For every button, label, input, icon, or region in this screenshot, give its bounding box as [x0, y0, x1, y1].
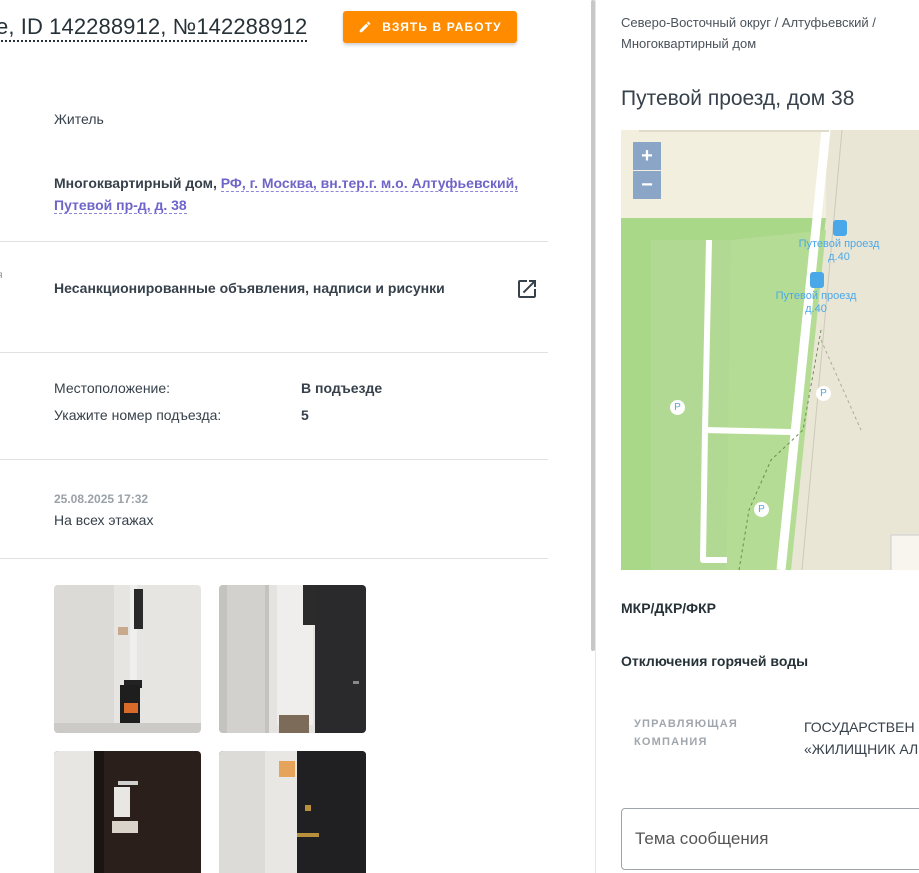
- entrance-label: Укажите номер подъезда:: [54, 407, 222, 423]
- divider: [0, 241, 548, 242]
- object-type: Многоквартирный дом,: [54, 175, 217, 191]
- object-info-panel: Северо-Восточный округ / Алтуфьевский / …: [596, 0, 919, 873]
- photo-image: [219, 585, 366, 733]
- applicant-type: Житель: [54, 111, 104, 127]
- bus-stop-label: Путевой проезд д.40: [766, 290, 866, 316]
- bus-stop-number: д.40: [805, 303, 827, 315]
- bus-stop-name: Путевой проезд: [798, 238, 880, 250]
- bus-stop-icon[interactable]: [833, 220, 847, 236]
- zoom-in-button[interactable]: +: [633, 142, 661, 170]
- take-to-work-label: ВЗЯТЬ В РАБОТУ: [382, 20, 502, 34]
- ticket-title[interactable]: e, ID 142288912, №142288912: [0, 14, 308, 42]
- management-company-line1: ГОСУДАРСТВЕН: [804, 719, 915, 735]
- divider: [0, 352, 548, 353]
- mkr-label: МКР/ДКР/ФКР: [621, 600, 717, 616]
- bus-stop-icon[interactable]: [810, 272, 824, 288]
- object-info: Многоквартирный дом, РФ, г. Москва, вн.т…: [54, 172, 544, 216]
- hot-water-label: Отключения горячей воды: [621, 653, 809, 669]
- pencil-icon: [360, 21, 371, 33]
- location-value: В подъезде: [301, 380, 383, 396]
- parking-icon[interactable]: P: [816, 386, 831, 401]
- bus-stop-label: Путевой проезд д.40: [789, 238, 889, 264]
- entrance-value: 5: [301, 407, 309, 423]
- message-subject-input[interactable]: Тема сообщения: [621, 808, 919, 870]
- location-label: Местоположение:: [54, 380, 171, 396]
- divider: [0, 558, 548, 559]
- management-company-label: УПРАВЛЯЮЩАЯ КОМПАНИЯ: [634, 718, 738, 748]
- divider: [0, 459, 548, 460]
- category-text: Несанкционированные объявления, надписи …: [54, 280, 445, 296]
- parking-icon[interactable]: P: [754, 502, 769, 517]
- address-title: Путевой проезд, дом 38: [621, 87, 855, 110]
- attachment-photo[interactable]: [219, 751, 366, 873]
- attachment-photo[interactable]: [54, 585, 201, 733]
- management-company-value: ГОСУДАРСТВЕН «ЖИЛИЩНИК АЛ: [804, 716, 918, 760]
- map[interactable]: + − Путевой проезд д.40 Путевой проезд д…: [621, 130, 919, 570]
- comment-date: 25.08.2025 17:32: [54, 492, 149, 506]
- bus-stop-number: д.40: [828, 251, 850, 263]
- ticket-details-panel: e, ID 142288912, №142288912 ВЗЯТЬ В РАБО…: [0, 0, 592, 873]
- photo-image: [54, 751, 201, 873]
- zoom-out-button[interactable]: −: [633, 171, 661, 199]
- bus-stop-name: Путевой проезд: [775, 290, 857, 302]
- parking-icon[interactable]: P: [670, 400, 685, 415]
- take-to-work-button[interactable]: ВЗЯТЬ В РАБОТУ: [343, 11, 517, 43]
- photo-image: [54, 585, 201, 733]
- comment-text: На всех этажах: [54, 512, 154, 528]
- management-company-line2: «ЖИЛИЩНИК АЛ: [804, 741, 919, 757]
- open-external-icon[interactable]: [515, 277, 539, 301]
- breadcrumb: Северо-Восточный округ / Алтуфьевский / …: [621, 15, 876, 51]
- photo-image: [219, 751, 366, 873]
- attachment-photo[interactable]: [219, 585, 366, 733]
- attachment-photo[interactable]: [54, 751, 201, 873]
- cut-field-label: я: [0, 270, 2, 281]
- map-canvas: [621, 130, 919, 570]
